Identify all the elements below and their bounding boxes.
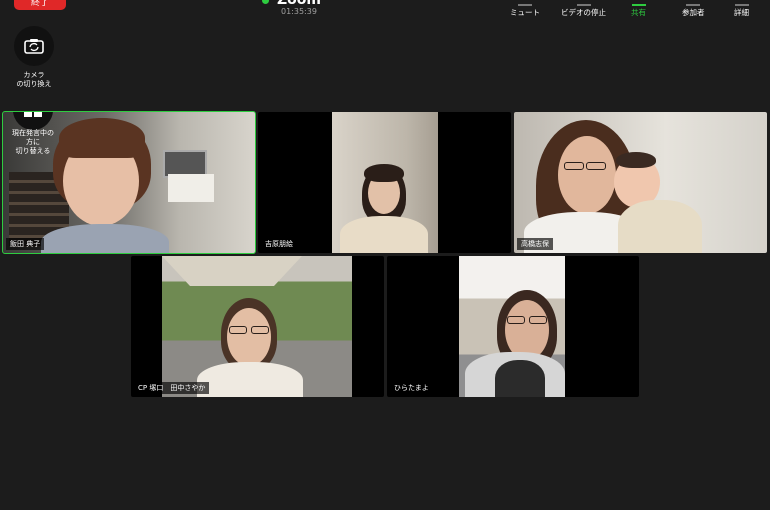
share-button[interactable]: 共有 — [631, 4, 646, 18]
video-tile-3[interactable]: 高橋志保 — [514, 112, 767, 253]
background-poster — [168, 174, 214, 202]
video-tile-1[interactable]: 現在発言中の 方に 切り替える 飯田 典子 — [2, 111, 256, 254]
video-tile-5[interactable]: ひらたまよ — [387, 256, 639, 397]
more-button[interactable]: 詳細 — [734, 4, 749, 18]
meeting-timer: 01:35:39 — [281, 7, 317, 16]
camera-flip-icon — [24, 39, 44, 54]
participants-icon — [686, 4, 701, 6]
video-tile-2[interactable]: 吉原朋絵 — [258, 112, 511, 253]
camera-switch-button[interactable] — [14, 26, 54, 66]
share-screen-icon — [631, 4, 646, 6]
view-switch-label: 現在発言中の 方に 切り替える — [12, 129, 54, 155]
connection-status-icon — [262, 0, 269, 4]
participant-name: 飯田 典子 — [6, 238, 45, 250]
participants-button[interactable]: 参加者 — [682, 4, 705, 18]
video-camera-icon — [576, 4, 591, 6]
camera-switch-label: カメラ の切り換え — [16, 71, 52, 88]
more-icon — [734, 4, 749, 6]
microphone-icon — [518, 4, 532, 6]
participant-name: 吉原朋絵 — [261, 238, 297, 250]
end-meeting-button[interactable]: 終了 — [14, 0, 66, 10]
mute-button[interactable]: ミュート — [510, 4, 540, 18]
gallery-view-icon — [24, 112, 42, 117]
participant-name: ひらたまよ — [390, 382, 433, 394]
participant-name: CP 塚口 田中さやか — [134, 382, 210, 394]
stop-video-button[interactable]: ビデオの停止 — [561, 4, 606, 18]
video-tile-4[interactable]: CP 塚口 田中さやか — [131, 256, 384, 397]
participant-name: 高橋志保 — [517, 238, 553, 250]
